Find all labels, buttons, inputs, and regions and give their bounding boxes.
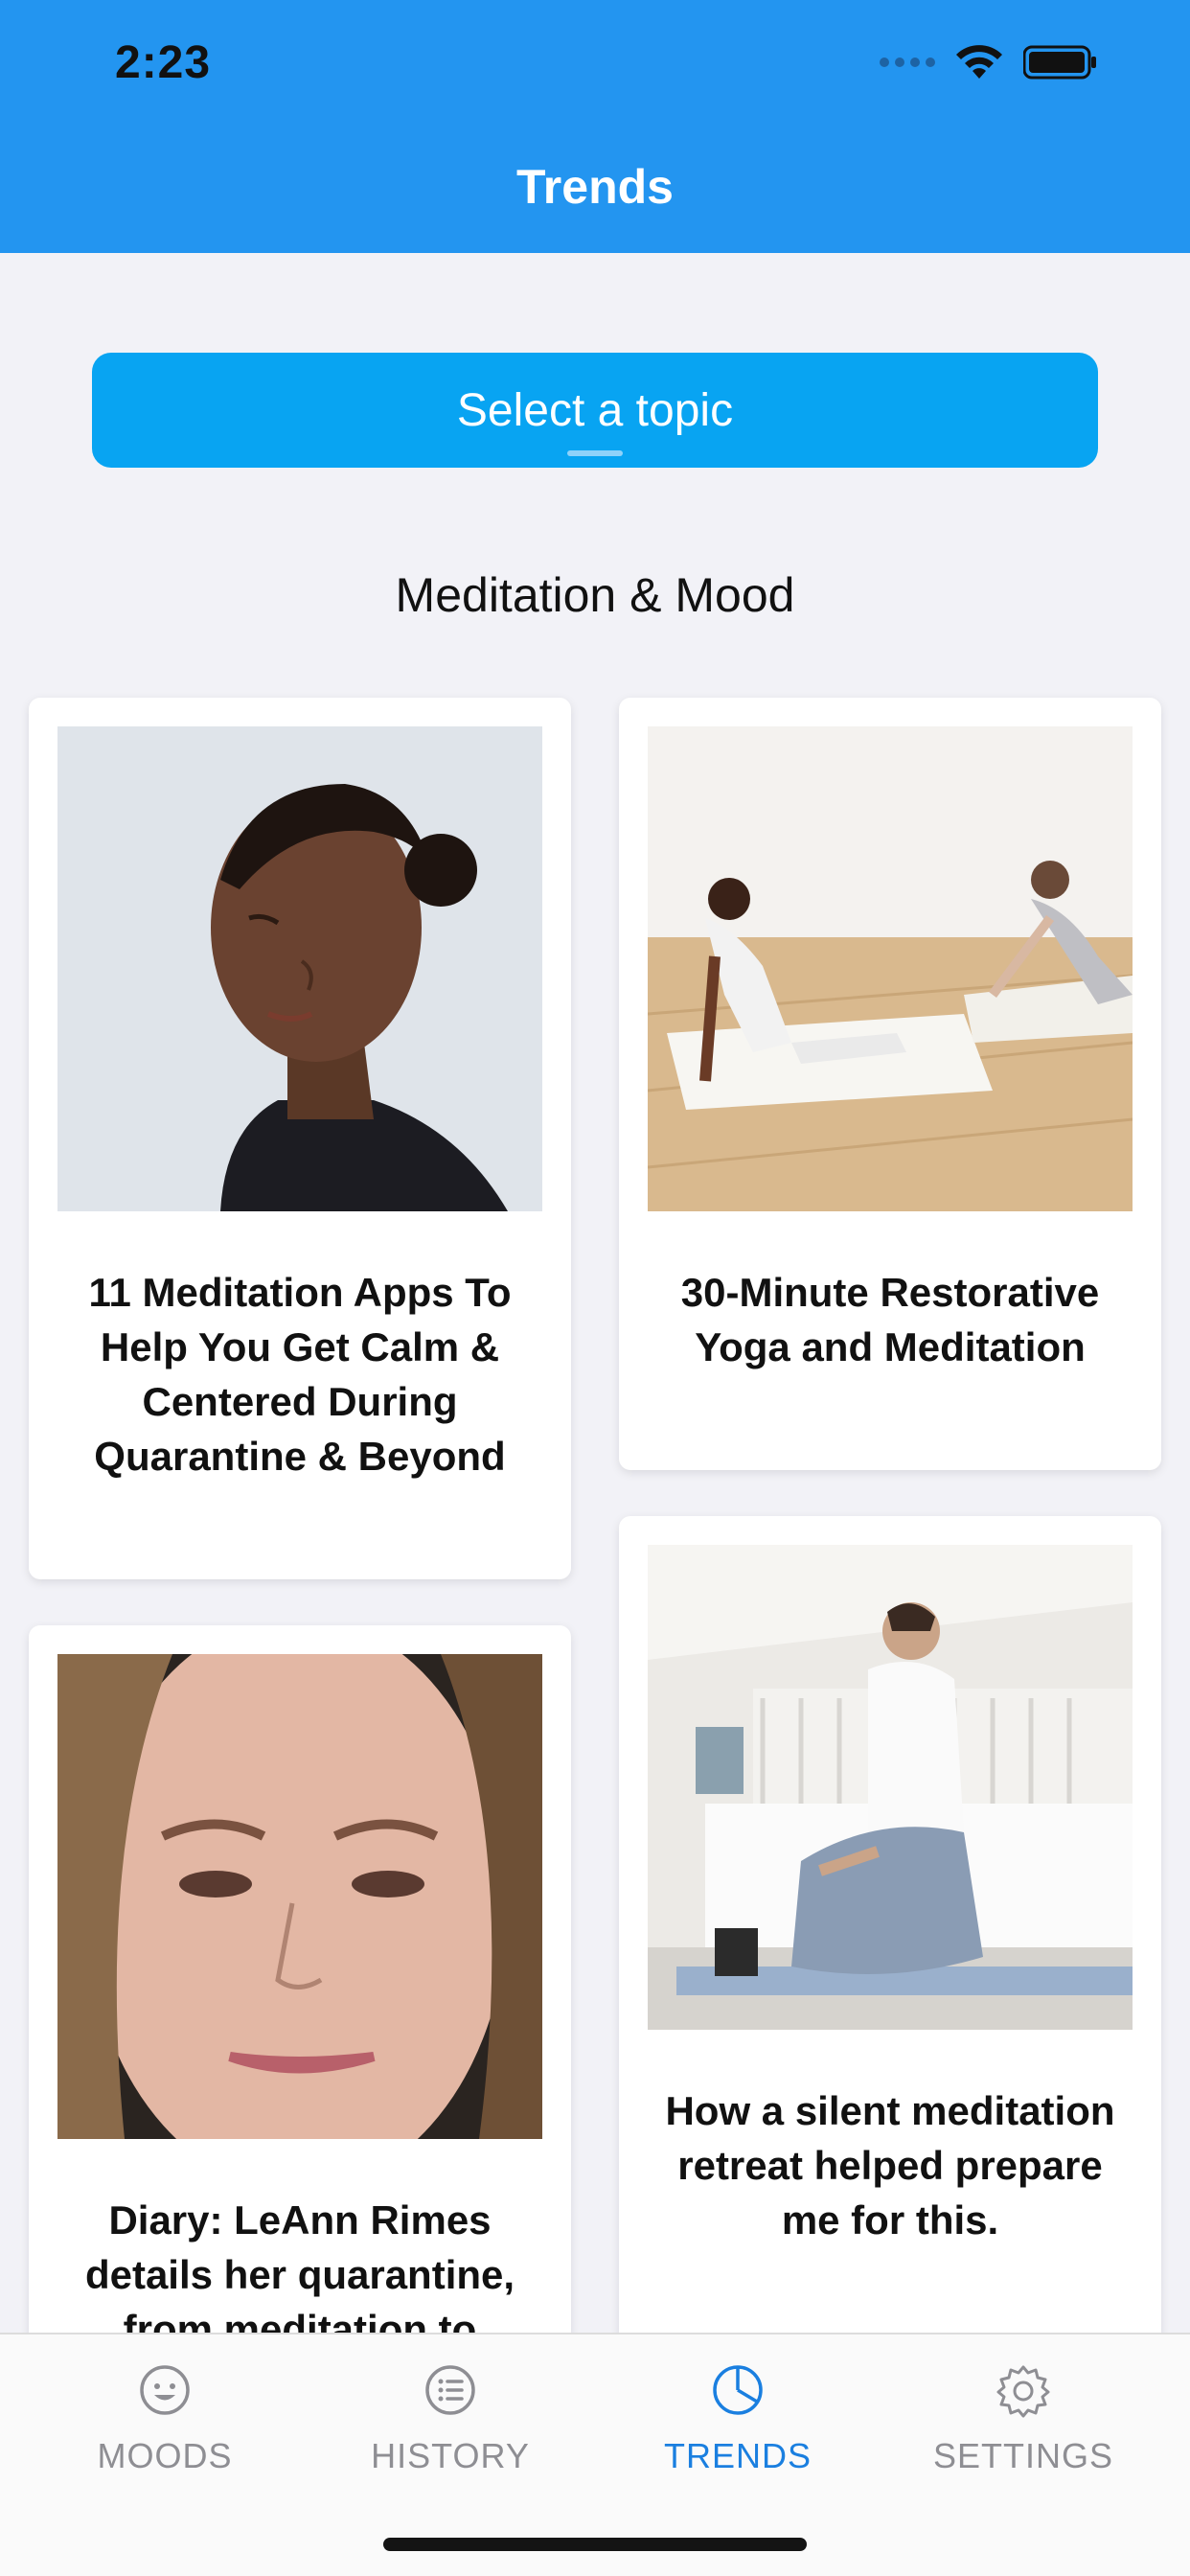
cellular-signal-icon [880, 58, 935, 67]
pie-chart-icon [713, 2365, 763, 2415]
tab-moods[interactable]: MOODS [21, 2361, 309, 2476]
tab-label: HISTORY [371, 2436, 530, 2475]
list-icon [425, 2365, 475, 2415]
wifi-icon [956, 45, 1002, 79]
trends-screen: 2:23 Trends Select a topic Meditation & … [0, 0, 1190, 2576]
gear-icon [996, 2365, 1050, 2418]
article-title: 30-Minute Restorative Yoga and Meditatio… [680, 1270, 1100, 1369]
article-card[interactable]: 30-Minute Restorative Yoga and Meditatio… [619, 698, 1161, 1470]
article-image [57, 726, 542, 1211]
tab-label: TRENDS [663, 2436, 812, 2475]
smiley-icon [140, 2365, 190, 2415]
tab-history[interactable]: HISTORY [307, 2361, 594, 2476]
article-card[interactable]: How a silent meditation retreat helped p… [619, 1516, 1161, 2379]
navigation-header: 2:23 Trends [0, 0, 1190, 253]
tab-trends[interactable]: TRENDS [594, 2361, 881, 2476]
tab-settings[interactable]: SETTINGS [880, 2361, 1167, 2476]
tab-label: SETTINGS [932, 2436, 1114, 2475]
section-title: Meditation & Mood [395, 568, 795, 622]
status-time: 2:23 [115, 37, 212, 88]
home-indicator [383, 2538, 807, 2551]
selector-indicator [567, 450, 623, 456]
page-title: Trends [516, 160, 674, 214]
article-image [648, 1545, 1133, 2030]
article-title: 11 Meditation Apps To Help You Get Calm … [88, 1270, 512, 1479]
tab-label: MOODS [97, 2436, 233, 2475]
select-topic-label: Select a topic [456, 384, 734, 436]
article-image [57, 1654, 542, 2139]
article-image [648, 726, 1133, 1211]
select-topic-button[interactable]: Select a topic [92, 353, 1098, 468]
article-title: How a silent meditation retreat helped p… [665, 2088, 1115, 2242]
article-card[interactable]: 11 Meditation Apps To Help You Get Calm … [29, 698, 571, 1579]
status-icons [880, 44, 1098, 80]
battery-icon [1023, 45, 1096, 80]
